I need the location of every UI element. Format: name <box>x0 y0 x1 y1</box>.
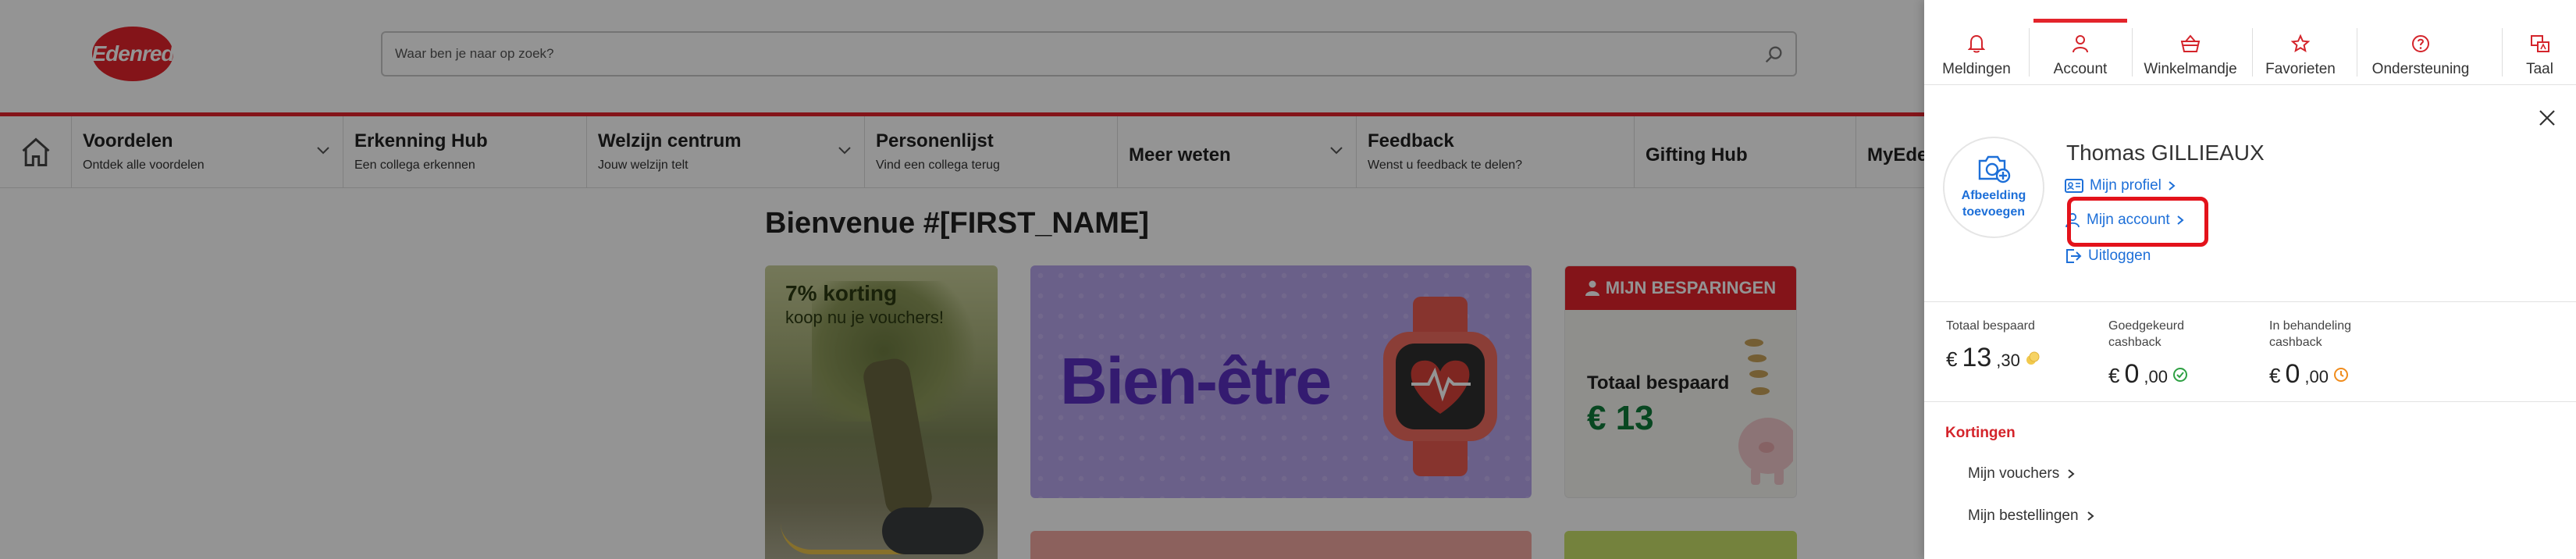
my-vouchers-label: Mijn vouchers <box>1968 465 2060 482</box>
close-icon[interactable] <box>2537 108 2557 128</box>
stat-currency: € <box>2108 363 2120 387</box>
user-name: Thomas GILLIEAUX <box>2066 141 2265 165</box>
stat-cents: ,00 <box>2144 366 2168 386</box>
avatar-label-line-2: toevoegen <box>1962 205 2025 219</box>
stat-label-line-2: cashback <box>2108 335 2161 349</box>
stat-whole: 13 <box>1962 342 1992 372</box>
clock-icon <box>2333 367 2348 382</box>
avatar-label: Afbeelding toevoegen <box>1962 188 2026 221</box>
section-divider <box>1924 401 2576 402</box>
tabs-divider <box>1924 84 2576 85</box>
stat-currency: € <box>1946 347 1958 371</box>
stat-label-line-1: Totaal bespaard <box>1946 319 2035 333</box>
focus-highlight-box <box>2067 197 2208 247</box>
my-profile-link[interactable]: Mijn profiel <box>2065 172 2176 200</box>
stat-label-line-1: In behandeling <box>2269 319 2351 333</box>
tab-label: Account <box>2053 61 2108 77</box>
tab-separator <box>2502 28 2503 77</box>
tab-separator <box>2132 28 2133 77</box>
stat-whole: 0 <box>2124 358 2140 389</box>
tab-meldingen[interactable]: Meldingen <box>1924 19 2029 84</box>
avatar-label-line-1: Afbeelding <box>1961 189 2026 203</box>
chevron-right-icon <box>2087 511 2094 521</box>
tab-ondersteuning[interactable]: Ondersteuning <box>2357 19 2485 84</box>
add-photo-icon <box>1978 156 2011 183</box>
chevron-right-icon <box>2169 181 2176 190</box>
star-icon <box>2291 34 2310 53</box>
check-circle-icon <box>2172 367 2187 382</box>
stat-value: € 0,00 <box>2108 359 2188 390</box>
stat-value: € 13,30 <box>1946 343 2041 373</box>
stat-currency: € <box>2269 363 2281 387</box>
section-divider <box>1924 301 2576 302</box>
tab-taal[interactable]: Taal <box>2503 19 2576 84</box>
panel-tabs: Meldingen Account Winkelmandje Favoriete… <box>1924 19 2576 84</box>
tab-separator <box>2029 28 2030 77</box>
my-orders-label: Mijn bestellingen <box>1968 507 2079 524</box>
my-vouchers-link[interactable]: Mijn vouchers <box>1968 465 2075 482</box>
chevron-right-icon <box>2068 469 2075 479</box>
stat-value: € 0,00 <box>2269 359 2351 390</box>
stat-pending-cashback: In behandeling cashback € 0,00 <box>2269 319 2351 390</box>
stat-label: Totaal bespaard <box>1946 319 2041 335</box>
tab-label: Meldingen <box>1942 61 2011 77</box>
stat-cents: ,30 <box>1996 350 2020 370</box>
tab-favorieten[interactable]: Favorieten <box>2252 19 2349 84</box>
tab-label: Winkelmandje <box>2144 61 2237 77</box>
basket-icon <box>2180 34 2201 52</box>
stat-cents: ,00 <box>2304 366 2329 386</box>
logout-icon <box>2066 249 2082 263</box>
add-avatar-button[interactable]: Afbeelding toevoegen <box>1943 137 2044 238</box>
tab-winkelmandje[interactable]: Winkelmandje <box>2133 19 2247 84</box>
my-profile-label: Mijn profiel <box>2090 177 2161 194</box>
stat-label: Goedgekeurd cashback <box>2108 319 2188 351</box>
tab-account[interactable]: Account <box>2033 19 2127 84</box>
id-card-icon <box>2065 179 2083 193</box>
tab-label: Favorieten <box>2265 61 2336 77</box>
stat-approved-cashback: Goedgekeurd cashback € 0,00 <box>2108 319 2188 390</box>
stat-label: In behandeling cashback <box>2269 319 2351 351</box>
tab-label: Taal <box>2526 61 2553 77</box>
help-icon <box>2412 35 2429 52</box>
stat-label-line-2: cashback <box>2269 335 2322 349</box>
coins-icon <box>2026 351 2040 365</box>
tab-label: Ondersteuning <box>2371 61 2470 77</box>
user-icon <box>2073 35 2088 53</box>
bell-icon <box>1968 34 1985 53</box>
modal-overlay[interactable] <box>0 0 1924 559</box>
discounts-section-title: Kortingen <box>1945 425 2016 441</box>
stat-total-saved: Totaal bespaard € 13,30 <box>1946 319 2041 373</box>
language-icon <box>2530 35 2549 52</box>
stat-label-line-1: Goedgekeurd <box>2108 319 2184 333</box>
account-panel: Meldingen Account Winkelmandje Favoriete… <box>1924 0 2576 559</box>
my-orders-link[interactable]: Mijn bestellingen <box>1968 507 2094 525</box>
logout-label: Uitloggen <box>2088 247 2151 264</box>
stat-whole: 0 <box>2285 358 2300 389</box>
